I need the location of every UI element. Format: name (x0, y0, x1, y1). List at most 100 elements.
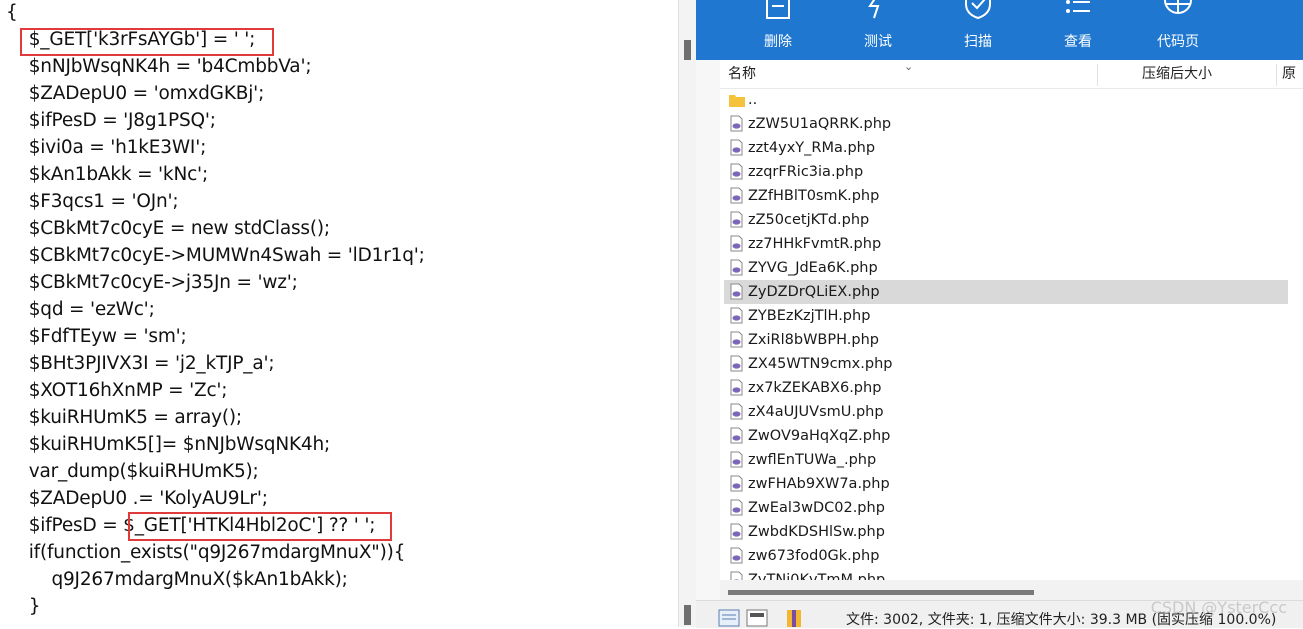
list-item[interactable]: ZwOV9aHqXqZ.php (724, 424, 1288, 448)
code-line: $CBkMt7c0cyE->MUMWn4Swah = 'lD1r1q'; (6, 245, 425, 266)
column-name[interactable]: 名称 (728, 60, 756, 88)
code-line: $BHt3PJIVX3I = 'j2_kTJP_a'; (6, 353, 275, 374)
file-name: zx7kZEKABX6.php (748, 380, 882, 396)
php-file-icon (730, 211, 743, 228)
php-file-icon (730, 355, 743, 372)
view-icon (1066, 0, 1090, 13)
file-name: zwFHAb9XW7a.php (748, 476, 890, 492)
folder-icon (729, 95, 745, 107)
list-item[interactable]: zZ50cetjKTd.php (724, 208, 1288, 232)
list-item[interactable]: zzt4yxY_RMa.php (724, 136, 1288, 160)
code-line: $kuiRHUmK5[]= $nNJbWsqNK4h; (6, 434, 331, 455)
delete-button[interactable]: 删除 (738, 0, 818, 60)
file-name: zz7HHkFvmtR.php (748, 236, 882, 252)
file-name: zZW5U1aQRRK.php (748, 116, 892, 132)
list-item[interactable]: ZZfHBlT0smK.php (724, 184, 1288, 208)
code-line: $XOT16hXnMP = 'Zc'; (6, 380, 228, 401)
code-line: { (6, 2, 18, 23)
list-item[interactable]: zz7HHkFvmtR.php (724, 232, 1288, 256)
details-view-icon[interactable] (718, 609, 740, 627)
left-navigation-strip (696, 60, 721, 600)
file-name: zzqrFRic3ia.php (748, 164, 864, 180)
file-name: ZwbdKDSHlSw.php (748, 524, 885, 540)
code-line: $kuiRHUmK5 = array(); (6, 407, 242, 428)
code-line: q9J267mdargMnuX($kAn1bAkk); (6, 569, 348, 590)
php-file-icon (730, 187, 743, 204)
code-line: $ivi0a = 'h1kE3WI'; (6, 137, 207, 158)
file-name: ZwOV9aHqXqZ.php (748, 428, 891, 444)
code-line: $CBkMt7c0cyE->j35Jn = 'wz'; (6, 272, 298, 293)
scroll-thumb[interactable] (684, 40, 691, 60)
code-editor[interactable]: { $_GET['k3rFsAYGb'] = ' '; $nNJbWsqNK4h… (0, 0, 678, 627)
editor-vertical-scrollbar[interactable] (678, 0, 697, 627)
code-line: $ifPesD = 'J8g1PSQ'; (6, 110, 216, 131)
file-list: 名称 ⌄ 压缩后大小 原 .. zZW5U1aQRRK.php zzt4yxY_R… (720, 60, 1303, 600)
file-name: zw673fod0Gk.php (748, 548, 880, 564)
list-item[interactable]: zwFHAb9XW7a.php (724, 472, 1288, 496)
test-button[interactable]: 测试 (838, 0, 918, 60)
php-file-icon (730, 547, 743, 564)
file-name: ZX45WTN9cmx.php (748, 356, 893, 372)
list-item[interactable]: ZYBEzKzjTlH.php (724, 304, 1288, 328)
file-name: zzt4yxY_RMa.php (748, 140, 876, 156)
scroll-thumb[interactable] (728, 590, 1034, 595)
file-name: zwflEnTUWa_.php (748, 452, 877, 468)
list-item[interactable]: ZwbdKDSHlSw.php (724, 520, 1288, 544)
list-view-icon[interactable] (746, 609, 768, 627)
list-item[interactable]: ZwEal3wDC02.php (724, 496, 1288, 520)
test-label: 测试 (864, 34, 892, 50)
php-file-icon (730, 451, 743, 468)
codepage-button[interactable]: 代码页 (1138, 0, 1218, 60)
php-file-icon (730, 427, 743, 444)
file-name: zZ50cetjKTd.php (748, 212, 870, 228)
php-file-icon (730, 259, 743, 276)
list-item[interactable]: zX4aUJUVsmU.php (724, 400, 1288, 424)
test-icon (868, 0, 880, 19)
code-line: } (6, 596, 41, 617)
php-file-icon (730, 139, 743, 156)
php-file-icon (730, 523, 743, 540)
php-file-icon (730, 115, 743, 132)
delete-icon (766, 0, 790, 19)
list-item[interactable]: ZxiRl8bWBPH.php (724, 328, 1288, 352)
list-item[interactable]: zx7kZEKABX6.php (724, 376, 1288, 400)
scan-button[interactable]: 扫描 (938, 0, 1018, 60)
code-line: $nNJbWsqNK4h = 'b4CmbbVa'; (6, 56, 312, 77)
scan-icon (965, 0, 991, 20)
php-file-icon (730, 283, 743, 300)
list-item[interactable]: ZX45WTN9cmx.php (724, 352, 1288, 376)
archive-manager: 删除 测试 扫描 查看 代码页 名称 ⌄ 压缩后大小 原 .. zZW5U1aQ… (696, 0, 1303, 628)
php-file-icon (730, 379, 743, 396)
column-header: 名称 ⌄ 压缩后大小 原 (720, 60, 1303, 89)
list-item[interactable]: zzqrFRic3ia.php (724, 160, 1288, 184)
list-item[interactable]: zwflEnTUWa_.php (724, 448, 1288, 472)
php-file-icon (730, 499, 743, 516)
list-item[interactable]: zw673fod0Gk.php (724, 544, 1288, 568)
column-compressed-size[interactable]: 压缩后大小 (1142, 60, 1212, 88)
view-button[interactable]: 查看 (1038, 0, 1118, 60)
list-item[interactable]: ZYVG_JdEa6K.php (724, 256, 1288, 280)
code-line: $ZADepU0 .= 'KolyAU9Lr'; (6, 488, 268, 509)
code-line: $CBkMt7c0cyE = new stdClass(); (6, 218, 330, 239)
view-label: 查看 (1064, 34, 1092, 50)
list-item[interactable]: ZyDZDrQLiEX.php (724, 280, 1288, 304)
file-name: ZZfHBlT0smK.php (748, 188, 880, 204)
scan-label: 扫描 (964, 34, 992, 50)
delete-label: 删除 (764, 34, 792, 50)
scroll-thumb-bottom[interactable] (684, 605, 691, 625)
column-divider[interactable] (1097, 64, 1098, 86)
horizontal-scrollbar[interactable] (720, 580, 1303, 600)
file-name: ZwEal3wDC02.php (748, 500, 885, 516)
php-file-icon (730, 163, 743, 180)
highlight-box-get-param-1 (20, 28, 274, 56)
highlight-box-get-param-2 (128, 512, 392, 541)
parent-dir-label: .. (748, 92, 758, 108)
php-file-icon (730, 235, 743, 252)
watermark: CSDN @YsterCcc (1150, 598, 1287, 617)
php-file-icon (730, 307, 743, 324)
column-divider[interactable] (1276, 64, 1277, 86)
list-item-parent[interactable]: .. (724, 88, 1288, 112)
column-original[interactable]: 原 (1282, 60, 1296, 88)
sort-chevron-down-icon: ⌄ (904, 60, 914, 73)
list-item[interactable]: zZW5U1aQRRK.php (724, 112, 1288, 136)
